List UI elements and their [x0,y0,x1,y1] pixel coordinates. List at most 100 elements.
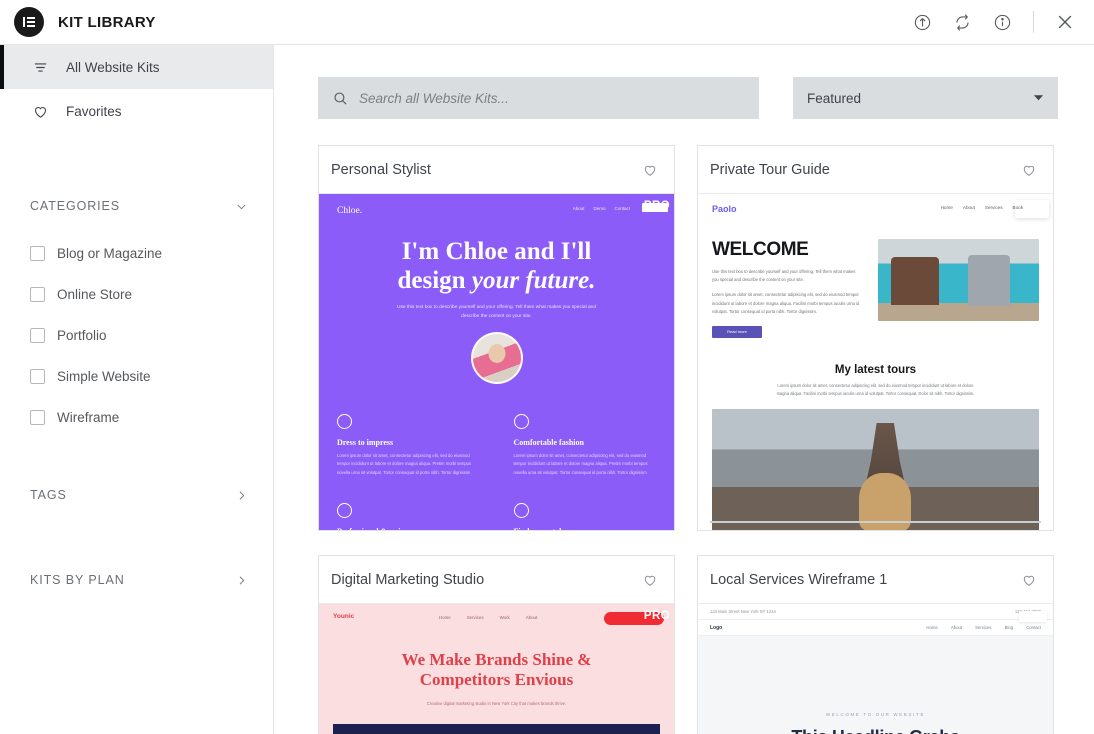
preview-feature: Dress to impress Lorem ipsum dolor sit a… [337,414,480,477]
kit-preview[interactable]: Paolo Home About Services Book WELCOME U… [698,194,1053,530]
kit-card-header: Digital Marketing Studio [319,556,674,604]
feature-title: Professional & unique [337,527,480,530]
preview-headline: WELCOME [712,239,809,260]
category-label: Portfolio [57,328,107,343]
preview-feature: Professional & unique Lorem ipsum dolor … [337,502,480,530]
preview-headline-line1: This Headline Grabs [791,727,960,734]
category-online-store[interactable]: Online Store [0,274,273,315]
preview-nav-button [1019,611,1047,622]
categories-section: CATEGORIES Blog or Magazine Online Store… [0,189,273,438]
kit-preview-image: 123 Main Street New York NY 1234 123-456… [698,604,1053,734]
preview-nav-item: Contact [614,206,630,211]
preview-nav-item: Work [499,615,510,620]
sidebar-item-all-website-kits[interactable]: All Website Kits [0,45,273,89]
preview-nav-item: Services [466,615,484,620]
preview-button: Read more [712,325,762,338]
close-icon[interactable] [1050,7,1080,37]
preview-nav-item: Home [439,615,451,620]
kit-preview[interactable]: Chloe. About Demo Contact I'm Chloe and … [319,194,674,530]
preview-avatar [470,332,523,385]
checkbox[interactable] [30,328,45,343]
preview-navbar: Logo Home About Services Blog Contact [698,619,1053,636]
favorite-heart-icon[interactable] [1021,162,1037,178]
preview-nav: Home About Services Blog Contact [926,625,1041,630]
category-wireframe[interactable]: Wireframe [0,397,273,438]
kit-card[interactable]: Digital Marketing Studio Younic Home Ser… [318,555,675,734]
preview-headline: This Headline Grabs Visitors' Attention [698,727,1053,734]
categories-list: Blog or Magazine Online Store Portfolio … [0,233,273,438]
sidebar-item-favorites[interactable]: Favorites [0,89,273,133]
kit-preview[interactable]: Younic Home Services Work About We Make … [319,604,674,734]
preview-dark-panel [333,724,660,734]
info-icon[interactable] [987,7,1017,37]
sort-select-value: Featured [807,90,862,106]
preview-headline-line2a: design [397,266,472,294]
tags-header[interactable]: TAGS [0,478,273,512]
checkbox[interactable] [30,410,45,425]
feature-title: Dress to impress [337,438,394,448]
preview-tour-photo [712,409,1039,530]
kits-by-plan-title: KITS BY PLAN [30,573,125,587]
kit-card[interactable]: Local Services Wireframe 1 123 Main Stre… [697,555,1054,734]
circle-icon [337,502,352,518]
kit-card-header: Local Services Wireframe 1 [698,556,1053,604]
sync-icon[interactable] [947,7,977,37]
preview-nav-item: Book [1012,205,1023,210]
preview-eyebrow: WELCOME TO OUR WEBSITE [825,712,926,717]
chevron-down-icon [234,199,249,214]
sort-select[interactable]: Featured [793,77,1058,119]
kit-title: Local Services Wireframe 1 [710,571,888,588]
caret-down-icon [1033,91,1044,106]
tags-title: TAGS [30,488,67,502]
preview-logo: Logo [710,624,723,631]
checkbox[interactable] [30,246,45,261]
circle-icon [337,414,352,430]
categories-header[interactable]: CATEGORIES [0,189,273,223]
import-icon[interactable] [907,7,937,37]
heart-icon [30,101,50,121]
elementor-logo-icon [14,7,44,37]
kit-card[interactable]: Private Tour Guide Paolo Home About Serv… [697,145,1054,531]
favorite-heart-icon[interactable] [642,162,658,178]
checkbox[interactable] [30,287,45,302]
filter-lines-icon [30,57,50,77]
brand: KIT LIBRARY [0,7,156,37]
search-icon [332,90,349,107]
kit-preview[interactable]: 123 Main Street New York NY 1234 123-456… [698,604,1053,734]
main-content: Featured Personal Stylist Chloe. [274,45,1094,734]
checkbox[interactable] [30,369,45,384]
pro-badge: PRO [643,200,670,212]
favorite-heart-icon[interactable] [642,572,658,588]
feature-body: Lorem ipsum dolor sit amet, consectetur … [337,453,472,475]
page-title: KIT LIBRARY [58,13,156,31]
pro-badge: PRO [643,610,670,622]
search-input[interactable] [359,90,745,106]
kit-title: Private Tour Guide [710,161,830,178]
category-label: Simple Website [57,369,151,384]
preview-nav-item: About [962,205,975,210]
preview-nav: Home Services Work About [439,615,537,620]
category-label: Blog or Magazine [57,246,163,261]
category-blog-or-magazine[interactable]: Blog or Magazine [0,233,273,274]
kits-by-plan-header[interactable]: KITS BY PLAN [0,563,273,597]
header-actions [907,7,1094,37]
preview-nav-item: About [950,625,963,630]
kit-card[interactable]: Personal Stylist Chloe. About Demo Conta… [318,145,675,531]
category-simple-website[interactable]: Simple Website [0,356,273,397]
kits-by-plan-section: KITS BY PLAN [0,563,273,597]
preview-hero-text: WELCOME Use this text box to describe yo… [712,239,862,338]
preview-feature: Find your style Lorem ipsum dolor sit am… [513,502,657,530]
preview-nav-item: Home [926,625,938,630]
favorite-heart-icon[interactable] [1021,572,1037,588]
preview-nav-item: Contact [1026,625,1041,630]
preview-feature: Comfortable fashion Lorem ipsum dolor si… [513,414,657,477]
preview-headline-line1: We Make Brands Shine & [401,650,592,669]
category-portfolio[interactable]: Portfolio [0,315,273,356]
kit-title: Digital Marketing Studio [331,571,485,588]
preview-nav-item: Demo [593,206,606,211]
category-label: Wireframe [57,410,120,425]
preview-hero: WELCOME Use this text box to describe yo… [712,239,1039,338]
search-bar[interactable] [318,77,759,119]
preview-headline: We Make Brands Shine & Competitors Envio… [333,650,660,689]
preview-headline-line2b: your future. [471,266,596,294]
